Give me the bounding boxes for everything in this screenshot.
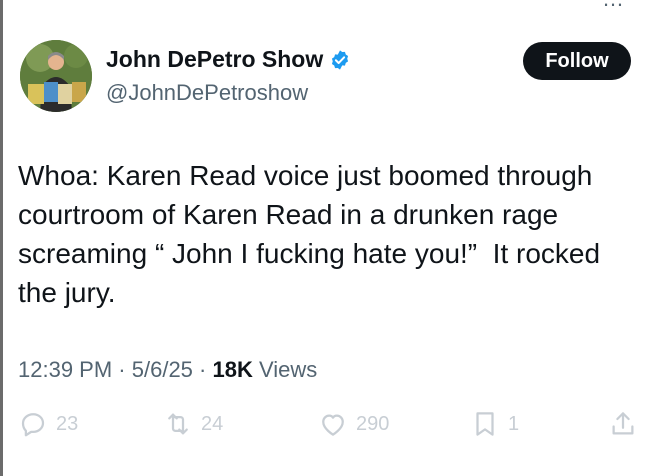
like-icon [322, 414, 344, 436]
avatar[interactable] [20, 40, 92, 112]
more-icon[interactable]: … [602, 0, 626, 12]
author-handle[interactable]: @JohnDePetroshow [106, 80, 308, 106]
share-button[interactable] [608, 409, 646, 439]
retweet-count: 24 [201, 412, 224, 435]
follow-button[interactable]: Follow [523, 42, 631, 80]
views-count: 18K [212, 357, 253, 382]
action-bar: 23 24 290 1 [18, 409, 638, 449]
tweet-card: … John DePetro Show @JohnDePetroshow Fol… [18, 0, 638, 476]
bookmark-button[interactable]: 1 [470, 409, 519, 439]
bookmark-icon [476, 412, 494, 436]
tweet-date[interactable]: 5/6/25 [132, 357, 193, 382]
bookmark-count: 1 [508, 412, 520, 435]
tweet-time[interactable]: 12:39 PM [18, 357, 112, 382]
meta-separator: · [118, 357, 126, 382]
window-edge [0, 0, 3, 476]
share-icon [612, 412, 634, 435]
author-name-row: John DePetro Show [106, 46, 351, 73]
tweet-text: Whoa: Karen Read voice just boomed throu… [18, 160, 601, 308]
like-count: 290 [356, 412, 390, 435]
verified-badge-icon[interactable] [329, 49, 351, 71]
retweet-button[interactable]: 24 [163, 409, 223, 439]
reply-button[interactable]: 23 [18, 409, 78, 439]
retweet-icon [168, 413, 188, 435]
like-button[interactable]: 290 [318, 409, 389, 439]
tweet-meta: 12:39 PM · 5/6/25 · 18K Views [18, 357, 317, 383]
reply-count: 23 [56, 412, 79, 435]
meta-separator: · [199, 357, 207, 382]
author-display-name[interactable]: John DePetro Show [106, 46, 323, 73]
views-label: Views [258, 357, 318, 382]
reply-icon [21, 413, 45, 437]
